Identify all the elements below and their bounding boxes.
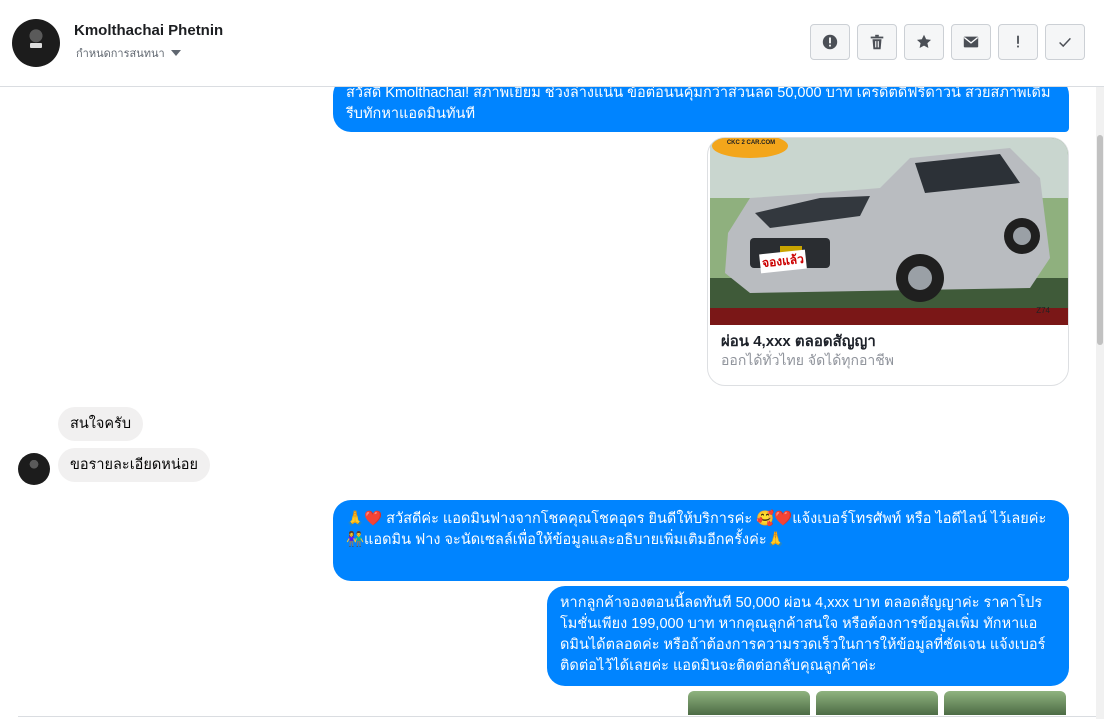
shirt-logo bbox=[30, 43, 42, 48]
outgoing-message[interactable]: สวัสดี Kmolthachai! สภาพเยี่ยม ช่วงล่างแ… bbox=[333, 87, 1069, 132]
message-line: 🙏❤️ สวัสดีค่ะ แอดมินฟางจากโชคคุณโชคอุดร … bbox=[346, 511, 1047, 527]
scrollbar-thumb[interactable] bbox=[1097, 135, 1103, 345]
mark-unread-button[interactable] bbox=[951, 24, 991, 60]
mark-done-button[interactable] bbox=[1045, 24, 1085, 60]
photo-thumbnail[interactable] bbox=[688, 691, 810, 715]
contact-name[interactable]: Kmolthachai Phetnin bbox=[74, 22, 223, 39]
pickup-truck-photo[interactable]: CKC 2 CAR.COM จองแล้ว Z74 bbox=[710, 138, 1068, 325]
stock-code: Z74 bbox=[1036, 306, 1050, 315]
dealer-logo: CKC 2 CAR.COM bbox=[726, 140, 776, 146]
action-toolbar bbox=[810, 24, 1085, 60]
contact-avatar[interactable] bbox=[12, 19, 60, 67]
conversation-settings-dropdown[interactable]: กำหนดการสนทนา bbox=[76, 44, 181, 62]
star-icon bbox=[916, 34, 932, 49]
conversation-settings-label: กำหนดการสนทนา bbox=[76, 48, 165, 60]
product-card[interactable]: CKC 2 CAR.COM จองแล้ว Z74 ผ่อน 4,xxx ตลอ… bbox=[707, 137, 1069, 386]
envelope-icon bbox=[963, 36, 979, 48]
sender-avatar[interactable] bbox=[18, 453, 50, 485]
report-spam-button[interactable] bbox=[810, 24, 850, 60]
alert-circle-icon bbox=[822, 34, 838, 50]
incoming-message[interactable]: สนใจครับ bbox=[58, 407, 144, 441]
follow-up-button[interactable] bbox=[998, 24, 1038, 60]
message-line: 👫แอดมิน ฟาง จะนัดเซลล์เพื่อให้ข้อมูลและอ… bbox=[346, 532, 785, 548]
caret-down-icon bbox=[170, 50, 181, 56]
thread-scrollbar[interactable] bbox=[1096, 87, 1104, 719]
card-subtitle: ออกได้ทั่วไทย จัดได้ทุกอาชีพ bbox=[721, 352, 895, 368]
incoming-message[interactable]: ขอรายละเอียดหน่อย bbox=[58, 448, 210, 482]
photo-attachments bbox=[688, 691, 1066, 715]
photo-thumbnail[interactable] bbox=[944, 691, 1066, 715]
trash-icon bbox=[870, 34, 884, 50]
outgoing-message[interactable]: 🙏❤️ สวัสดีค่ะ แอดมินฟางจากโชคคุณโชคอุดร … bbox=[333, 500, 1069, 581]
star-button[interactable] bbox=[904, 24, 944, 60]
check-icon bbox=[1059, 37, 1071, 48]
photo-thumbnail[interactable] bbox=[816, 691, 938, 715]
conversation-header: Kmolthachai Phetnin กำหนดการสนทนา bbox=[0, 0, 1104, 87]
composer-divider bbox=[18, 716, 1096, 717]
outgoing-message[interactable]: หากลูกค้าจองตอนนี้ลดทันที 50,000 ผ่อน 4,… bbox=[547, 586, 1069, 686]
message-thread[interactable]: สวัสดี Kmolthachai! สภาพเยี่ยม ช่วงล่างแ… bbox=[0, 87, 1096, 715]
delete-button[interactable] bbox=[857, 24, 897, 60]
truck-illustration bbox=[710, 138, 1068, 325]
exclamation-icon bbox=[1017, 35, 1019, 48]
